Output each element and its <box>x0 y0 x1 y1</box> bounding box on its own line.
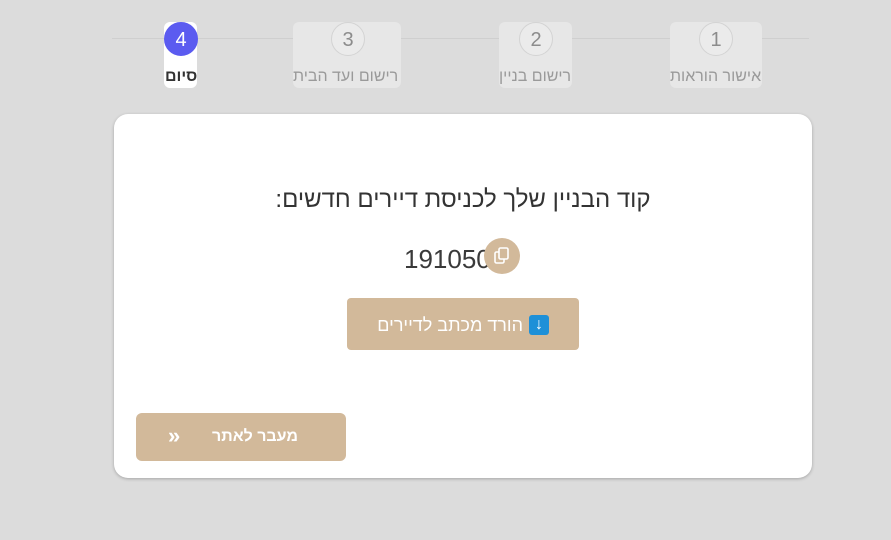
step-2: 2 רישום בניין <box>499 22 572 88</box>
building-code-title: קוד הבניין שלך לכניסת דיירים חדשים: <box>275 186 651 213</box>
download-button-label: הורד מכתב לדיירים <box>377 315 523 335</box>
step-4-number: 4 <box>164 22 198 56</box>
step-3: 3 רישום ועד הבית <box>293 22 401 88</box>
step-3-number: 3 <box>331 22 365 56</box>
go-to-site-label: מעבר לאתר <box>212 428 299 445</box>
step-1: 1 אישור הוראות <box>670 22 762 88</box>
completion-card: קוד הבניין שלך לכניסת דיירים חדשים: 1910… <box>114 114 812 478</box>
step-2-number: 2 <box>519 22 553 56</box>
step-1-label: אישור הוראות <box>670 68 762 85</box>
download-tenants-letter-button[interactable]: ↓ הורד מכתב לדיירים <box>347 298 579 350</box>
go-to-site-button[interactable]: » מעבר לאתר <box>136 413 346 461</box>
download-arrow-icon: ↓ <box>529 315 549 335</box>
step-1-number: 1 <box>699 22 733 56</box>
double-chevron-right-icon: » <box>168 423 181 448</box>
step-2-label: רישום בניין <box>499 68 572 85</box>
stepper: 1 אישור הוראות 2 רישום בניין 3 רישום ועד… <box>0 0 891 100</box>
building-code-value: 191050 <box>404 244 491 274</box>
step-3-label: רישום ועד הבית <box>293 68 399 85</box>
copy-code-button[interactable] <box>484 238 520 274</box>
step-4: 4 סיום <box>164 22 198 88</box>
step-4-label: סיום <box>165 68 198 85</box>
copy-icon <box>494 247 509 264</box>
